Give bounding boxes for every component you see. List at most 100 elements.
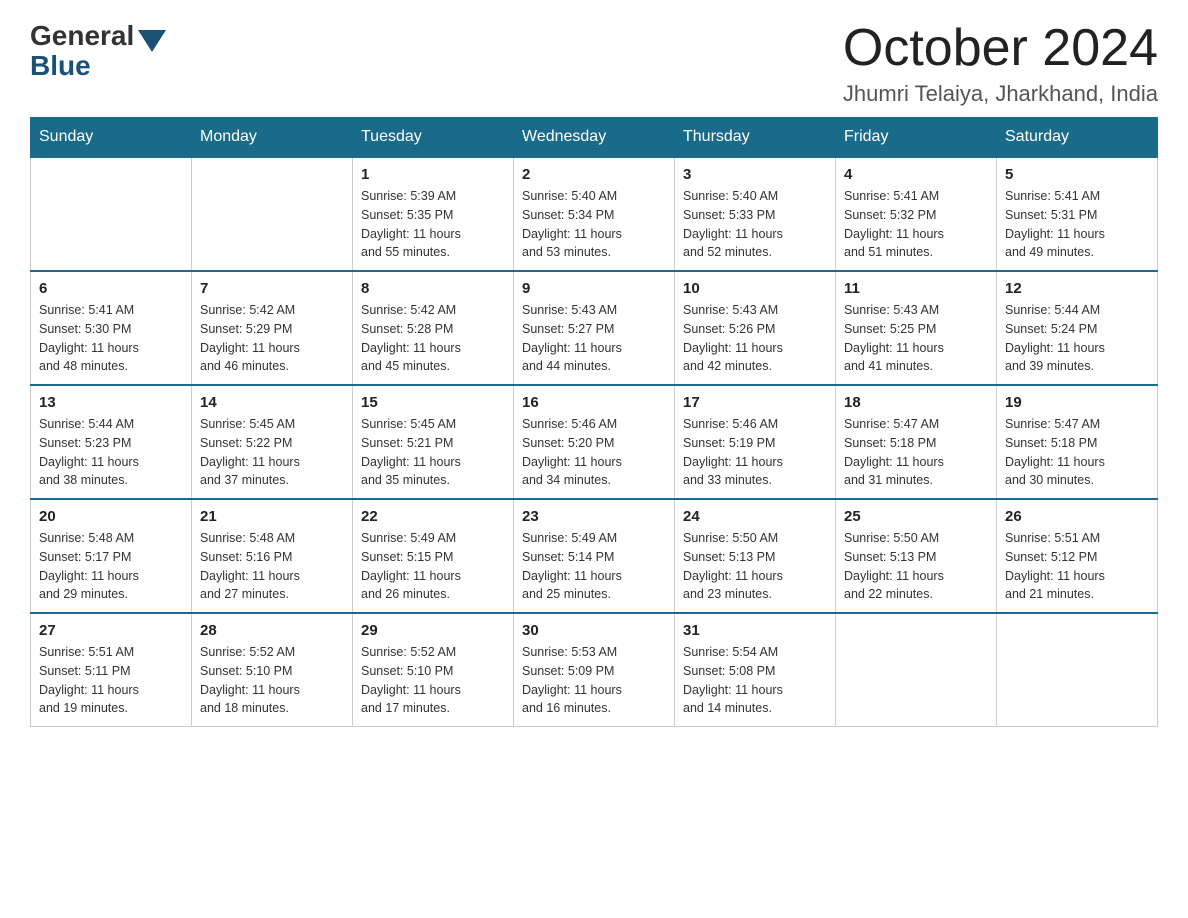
calendar-day-cell: 5 Sunrise: 5:41 AMSunset: 5:31 PMDaylight… <box>997 157 1158 271</box>
calendar-day-cell: 31Sunrise: 5:54 AMSunset: 5:08 PMDayligh… <box>675 613 836 727</box>
day-of-week-header: Monday <box>192 118 353 158</box>
day-info: Sunrise: 5:50 AMSunset: 5:13 PMDaylight:… <box>683 529 827 604</box>
day-of-week-header: Saturday <box>997 118 1158 158</box>
calendar-day-cell: 6Sunrise: 5:41 AMSunset: 5:30 PMDaylight… <box>31 271 192 385</box>
day-number: 23 <box>522 508 666 525</box>
day-info: Sunrise: 5:44 AMSunset: 5:24 PMDaylight:… <box>1005 301 1149 376</box>
day-number: 28 <box>200 622 344 639</box>
calendar-day-cell <box>836 613 997 727</box>
day-info: Sunrise: 5:45 AMSunset: 5:22 PMDaylight:… <box>200 415 344 490</box>
day-info: Sunrise: 5:40 AMSunset: 5:34 PMDaylight:… <box>522 187 666 262</box>
day-number: 6 <box>39 280 183 297</box>
calendar-day-cell: 18Sunrise: 5:47 AMSunset: 5:18 PMDayligh… <box>836 385 997 499</box>
day-number: 18 <box>844 394 988 411</box>
calendar-day-cell: 13 Sunrise: 5:44 AMSunset: 5:23 PMDayligh… <box>31 385 192 499</box>
day-info: Sunrise: 5:45 AMSunset: 5:21 PMDaylight:… <box>361 415 505 490</box>
day-number: 12 <box>1005 280 1149 297</box>
day-number: 29 <box>361 622 505 639</box>
calendar-day-cell: 22Sunrise: 5:49 AMSunset: 5:15 PMDayligh… <box>353 499 514 613</box>
day-number: 9 <box>522 280 666 297</box>
calendar-day-cell: 3 Sunrise: 5:40 AMSunset: 5:33 PMDaylight… <box>675 157 836 271</box>
month-title: October 2024 <box>843 20 1158 77</box>
day-number: 7 <box>200 280 344 297</box>
calendar-week-row: 27 Sunrise: 5:51 AMSunset: 5:11 PMDayligh… <box>31 613 1158 727</box>
calendar-day-cell: 10Sunrise: 5:43 AMSunset: 5:26 PMDayligh… <box>675 271 836 385</box>
day-of-week-header: Wednesday <box>514 118 675 158</box>
logo: General Blue <box>30 20 166 82</box>
calendar-day-cell: 29 Sunrise: 5:52 AMSunset: 5:10 PMDayligh… <box>353 613 514 727</box>
day-info: Sunrise: 5:51 AMSunset: 5:11 PMDaylight:… <box>39 643 183 718</box>
calendar-week-row: 13 Sunrise: 5:44 AMSunset: 5:23 PMDayligh… <box>31 385 1158 499</box>
day-number: 16 <box>522 394 666 411</box>
day-number: 11 <box>844 280 988 297</box>
day-number: 1 <box>361 166 505 183</box>
day-info: Sunrise: 5:50 AMSunset: 5:13 PMDaylight:… <box>844 529 988 604</box>
day-number: 13 <box>39 394 183 411</box>
day-info: Sunrise: 5:53 AMSunset: 5:09 PMDaylight:… <box>522 643 666 718</box>
header-row: SundayMondayTuesdayWednesdayThursdayFrid… <box>31 118 1158 158</box>
calendar-day-cell: 27 Sunrise: 5:51 AMSunset: 5:11 PMDayligh… <box>31 613 192 727</box>
calendar-day-cell: 20Sunrise: 5:48 AMSunset: 5:17 PMDayligh… <box>31 499 192 613</box>
calendar-week-row: 20Sunrise: 5:48 AMSunset: 5:17 PMDayligh… <box>31 499 1158 613</box>
day-info: Sunrise: 5:41 AMSunset: 5:31 PMDaylight:… <box>1005 187 1149 262</box>
calendar-day-cell: 7 Sunrise: 5:42 AMSunset: 5:29 PMDaylight… <box>192 271 353 385</box>
calendar-day-cell: 15 Sunrise: 5:45 AMSunset: 5:21 PMDayligh… <box>353 385 514 499</box>
day-number: 3 <box>683 166 827 183</box>
calendar-day-cell: 28Sunrise: 5:52 AMSunset: 5:10 PMDayligh… <box>192 613 353 727</box>
day-info: Sunrise: 5:43 AMSunset: 5:27 PMDaylight:… <box>522 301 666 376</box>
day-number: 5 <box>1005 166 1149 183</box>
logo-blue-text: Blue <box>30 50 166 82</box>
day-info: Sunrise: 5:42 AMSunset: 5:29 PMDaylight:… <box>200 301 344 376</box>
day-info: Sunrise: 5:51 AMSunset: 5:12 PMDaylight:… <box>1005 529 1149 604</box>
day-of-week-header: Thursday <box>675 118 836 158</box>
day-number: 17 <box>683 394 827 411</box>
day-number: 2 <box>522 166 666 183</box>
day-number: 30 <box>522 622 666 639</box>
calendar-day-cell: 11 Sunrise: 5:43 AMSunset: 5:25 PMDayligh… <box>836 271 997 385</box>
day-info: Sunrise: 5:52 AMSunset: 5:10 PMDaylight:… <box>361 643 505 718</box>
day-info: Sunrise: 5:46 AMSunset: 5:19 PMDaylight:… <box>683 415 827 490</box>
calendar-day-cell: 2 Sunrise: 5:40 AMSunset: 5:34 PMDaylight… <box>514 157 675 271</box>
calendar-header: SundayMondayTuesdayWednesdayThursdayFrid… <box>31 118 1158 158</box>
calendar-day-cell: 16 Sunrise: 5:46 AMSunset: 5:20 PMDayligh… <box>514 385 675 499</box>
calendar-day-cell: 12 Sunrise: 5:44 AMSunset: 5:24 PMDayligh… <box>997 271 1158 385</box>
calendar-week-row: 6Sunrise: 5:41 AMSunset: 5:30 PMDaylight… <box>31 271 1158 385</box>
day-number: 26 <box>1005 508 1149 525</box>
calendar-day-cell: 1 Sunrise: 5:39 AMSunset: 5:35 PMDaylight… <box>353 157 514 271</box>
calendar-day-cell: 9 Sunrise: 5:43 AMSunset: 5:27 PMDaylight… <box>514 271 675 385</box>
day-number: 15 <box>361 394 505 411</box>
calendar-day-cell: 24 Sunrise: 5:50 AMSunset: 5:13 PMDayligh… <box>675 499 836 613</box>
calendar-day-cell: 4Sunrise: 5:41 AMSunset: 5:32 PMDaylight… <box>836 157 997 271</box>
calendar-day-cell: 23Sunrise: 5:49 AMSunset: 5:14 PMDayligh… <box>514 499 675 613</box>
calendar-day-cell: 14 Sunrise: 5:45 AMSunset: 5:22 PMDayligh… <box>192 385 353 499</box>
calendar-week-row: 1 Sunrise: 5:39 AMSunset: 5:35 PMDaylight… <box>31 157 1158 271</box>
calendar-day-cell <box>192 157 353 271</box>
day-info: Sunrise: 5:39 AMSunset: 5:35 PMDaylight:… <box>361 187 505 262</box>
day-info: Sunrise: 5:48 AMSunset: 5:16 PMDaylight:… <box>200 529 344 604</box>
calendar-day-cell: 19Sunrise: 5:47 AMSunset: 5:18 PMDayligh… <box>997 385 1158 499</box>
day-info: Sunrise: 5:40 AMSunset: 5:33 PMDaylight:… <box>683 187 827 262</box>
page-header: General Blue October 2024 Jhumri Telaiya… <box>30 20 1158 107</box>
calendar-day-cell: 25Sunrise: 5:50 AMSunset: 5:13 PMDayligh… <box>836 499 997 613</box>
calendar-day-cell <box>997 613 1158 727</box>
calendar-day-cell: 21 Sunrise: 5:48 AMSunset: 5:16 PMDayligh… <box>192 499 353 613</box>
calendar-day-cell: 17 Sunrise: 5:46 AMSunset: 5:19 PMDayligh… <box>675 385 836 499</box>
day-number: 22 <box>361 508 505 525</box>
day-number: 8 <box>361 280 505 297</box>
day-number: 14 <box>200 394 344 411</box>
day-info: Sunrise: 5:42 AMSunset: 5:28 PMDaylight:… <box>361 301 505 376</box>
calendar-day-cell <box>31 157 192 271</box>
day-info: Sunrise: 5:46 AMSunset: 5:20 PMDaylight:… <box>522 415 666 490</box>
title-section: October 2024 Jhumri Telaiya, Jharkhand, … <box>843 20 1158 107</box>
day-number: 27 <box>39 622 183 639</box>
day-number: 21 <box>200 508 344 525</box>
calendar-day-cell: 8 Sunrise: 5:42 AMSunset: 5:28 PMDaylight… <box>353 271 514 385</box>
day-info: Sunrise: 5:54 AMSunset: 5:08 PMDaylight:… <box>683 643 827 718</box>
day-number: 24 <box>683 508 827 525</box>
day-info: Sunrise: 5:44 AMSunset: 5:23 PMDaylight:… <box>39 415 183 490</box>
day-info: Sunrise: 5:43 AMSunset: 5:25 PMDaylight:… <box>844 301 988 376</box>
day-info: Sunrise: 5:43 AMSunset: 5:26 PMDaylight:… <box>683 301 827 376</box>
day-of-week-header: Tuesday <box>353 118 514 158</box>
day-number: 19 <box>1005 394 1149 411</box>
calendar-body: 1 Sunrise: 5:39 AMSunset: 5:35 PMDaylight… <box>31 157 1158 727</box>
